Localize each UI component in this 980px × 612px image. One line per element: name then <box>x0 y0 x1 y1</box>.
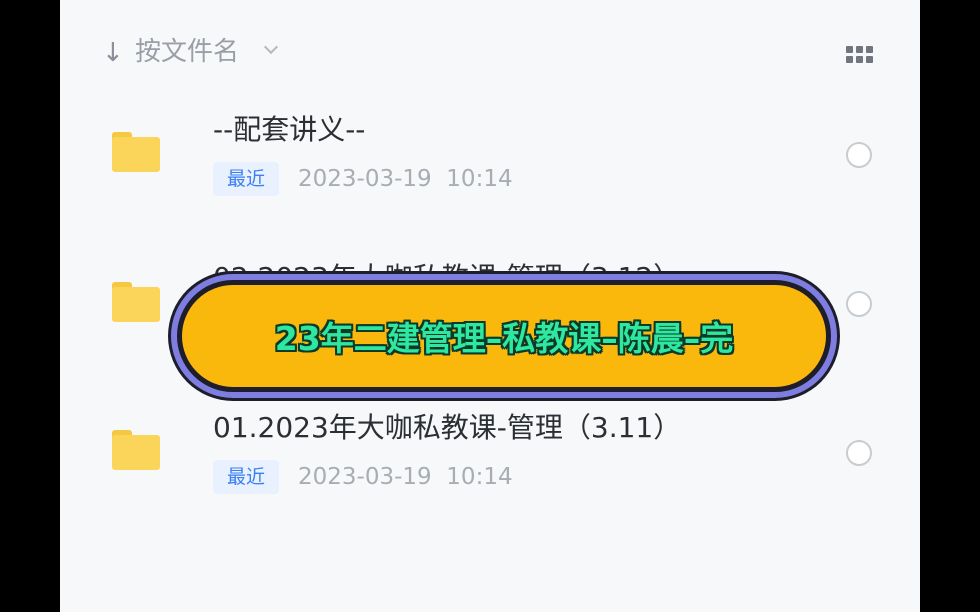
file-row[interactable]: 01.2023年大咖私教课-管理（3.11） 最近 2023-03-19 10:… <box>60 398 920 508</box>
select-radio[interactable] <box>846 291 872 317</box>
folder-icon <box>112 430 160 470</box>
toolbar: ↓ 按文件名 <box>60 0 920 100</box>
sort-direction-icon[interactable]: ↓ <box>102 38 124 68</box>
file-browser-screen: ↓ 按文件名 --配套讲义-- 最近 2023-03-19 10:14 02.2… <box>60 0 920 612</box>
grid-view-icon[interactable] <box>846 46 873 63</box>
file-date: 2023-03-19 <box>298 166 432 192</box>
file-date: 2023-03-19 <box>298 464 432 490</box>
sort-by-name-button[interactable]: 按文件名 <box>135 35 239 69</box>
file-name: 01.2023年大咖私教课-管理（3.11） <box>213 411 682 444</box>
file-modified-date: 2023-03-19 10:14 <box>298 460 513 494</box>
banner-title: 23年二建管理–私教课–陈晨–完 <box>274 319 734 358</box>
folder-icon <box>112 132 160 172</box>
select-radio[interactable] <box>846 142 872 168</box>
file-row[interactable]: --配套讲义-- 最近 2023-03-19 10:14 <box>60 100 920 210</box>
recent-badge: 最近 <box>213 162 280 196</box>
recent-badge: 最近 <box>213 460 280 494</box>
file-modified-date: 2023-03-19 10:14 <box>298 162 513 196</box>
chevron-down-icon[interactable] <box>263 39 279 55</box>
title-banner: 23年二建管理–私教课–陈晨–完 <box>177 280 831 392</box>
folder-icon <box>112 282 160 322</box>
select-radio[interactable] <box>846 440 872 466</box>
file-time: 10:14 <box>446 166 513 192</box>
file-name: --配套讲义-- <box>213 113 366 146</box>
file-time: 10:14 <box>446 464 513 490</box>
